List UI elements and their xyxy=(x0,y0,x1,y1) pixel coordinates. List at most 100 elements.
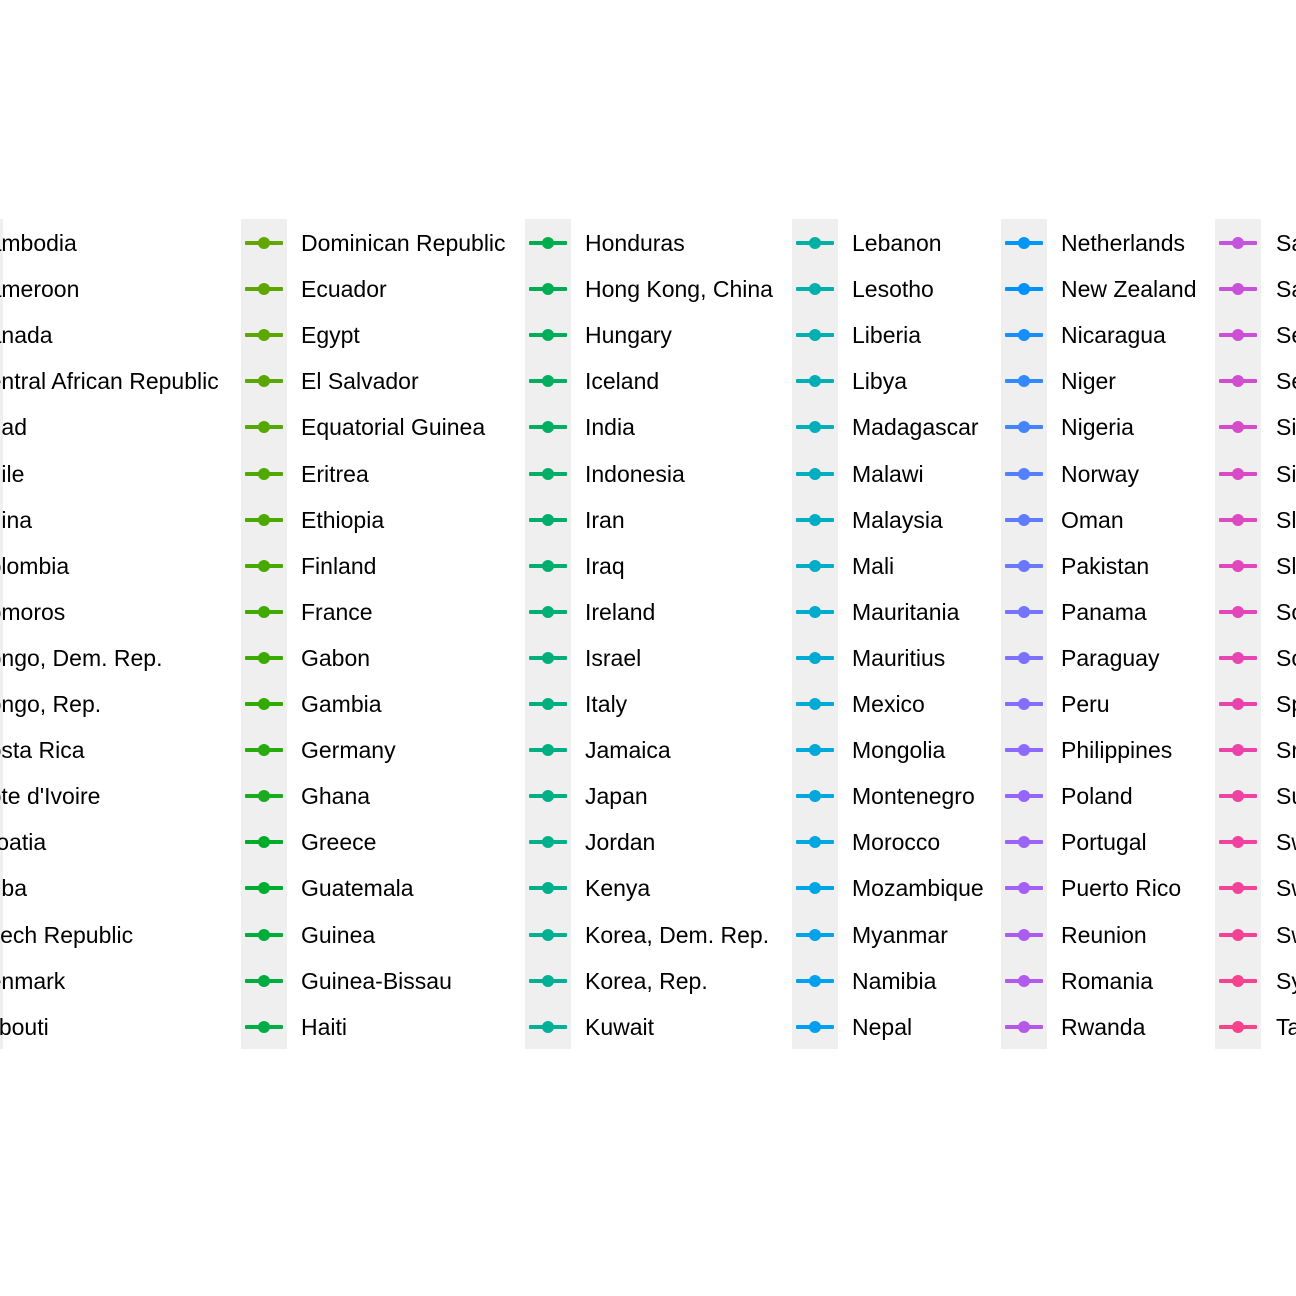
legend-point-swatch xyxy=(542,744,554,757)
legend-key xyxy=(241,819,287,865)
legend-label: Sy xyxy=(1276,967,1296,994)
legend-label: Chad xyxy=(0,414,27,441)
legend-key xyxy=(1001,681,1047,727)
legend-key xyxy=(792,451,838,497)
legend-label: Si xyxy=(1276,414,1296,441)
legend-key xyxy=(1215,819,1261,865)
legend-key xyxy=(241,497,287,543)
legend-key xyxy=(1215,635,1261,681)
legend-key xyxy=(792,635,838,681)
legend-point-swatch xyxy=(258,421,270,434)
legend-label: Iran xyxy=(585,506,625,533)
legend-key xyxy=(241,1004,287,1050)
legend-label: Portugal xyxy=(1061,829,1147,856)
legend-point-swatch xyxy=(258,605,270,618)
legend-key xyxy=(792,404,838,450)
legend-label: Guinea xyxy=(301,921,376,948)
legend-point-swatch xyxy=(258,237,270,249)
legend-label: Montenegro xyxy=(852,783,975,810)
legend-label: Ireland xyxy=(585,598,656,625)
legend-label: Mongolia xyxy=(852,737,946,764)
legend-point-swatch xyxy=(1018,421,1030,434)
legend-point-swatch xyxy=(1232,928,1244,941)
legend-point-swatch xyxy=(1232,467,1244,480)
legend-label: Pakistan xyxy=(1061,552,1150,579)
legend-point-swatch xyxy=(542,651,554,664)
legend-point-swatch xyxy=(809,421,821,434)
legend-key xyxy=(1215,727,1261,773)
legend-label: Su xyxy=(1276,783,1296,810)
legend-point-swatch xyxy=(542,836,554,849)
legend-point-swatch xyxy=(1232,744,1244,757)
legend-label: Japan xyxy=(585,783,648,810)
legend-key xyxy=(1215,681,1261,727)
legend-label: Ecuador xyxy=(301,276,387,303)
legend-point-swatch xyxy=(1018,559,1030,572)
legend-label: Lebanon xyxy=(852,230,942,256)
legend-label: Croatia xyxy=(0,829,47,856)
legend-label: Mozambique xyxy=(852,875,984,902)
legend-label: Liberia xyxy=(852,322,922,349)
legend-key xyxy=(1215,958,1261,1004)
legend-label: Philippines xyxy=(1061,737,1173,764)
legend-label: Si xyxy=(1276,460,1296,487)
legend-point-swatch xyxy=(258,1020,270,1033)
legend-point-swatch xyxy=(1232,974,1244,987)
legend-label: Cambodia xyxy=(0,230,77,256)
legend-key xyxy=(1001,451,1047,497)
legend-key xyxy=(1001,1004,1047,1050)
legend-point-swatch xyxy=(258,467,270,480)
legend-point-swatch xyxy=(1018,513,1030,526)
legend-point-swatch xyxy=(542,698,554,710)
legend-key xyxy=(1001,865,1047,911)
legend-label: Eritrea xyxy=(301,460,369,487)
legend-key xyxy=(525,220,571,266)
legend-key xyxy=(1001,312,1047,358)
legend-label: Panama xyxy=(1061,598,1147,625)
legend-point-swatch xyxy=(1232,605,1244,618)
legend-point-swatch xyxy=(1018,698,1030,710)
legend-label: Paraguay xyxy=(1061,644,1160,671)
legend-point-swatch xyxy=(542,283,554,296)
legend-key xyxy=(525,958,571,1004)
legend-key xyxy=(241,451,287,497)
legend-label: Lesotho xyxy=(852,276,934,303)
legend-point-swatch xyxy=(1018,974,1030,987)
legend-point-swatch xyxy=(1232,698,1244,710)
legend-key xyxy=(792,543,838,589)
legend-key xyxy=(792,1004,838,1050)
legend-label: Hungary xyxy=(585,322,672,349)
legend-label: Sp xyxy=(1276,691,1296,717)
legend-key xyxy=(792,958,838,1004)
legend-label: Se xyxy=(1276,322,1296,349)
legend-label: Haiti xyxy=(301,1013,348,1040)
legend-key xyxy=(525,404,571,450)
legend-key xyxy=(1215,589,1261,635)
legend-point-swatch xyxy=(809,698,821,710)
legend-label: Romania xyxy=(1061,967,1154,994)
legend-label: Sw xyxy=(1276,875,1296,902)
legend-label: So xyxy=(1276,598,1296,625)
legend-key xyxy=(792,312,838,358)
legend-label: Malawi xyxy=(852,460,924,487)
legend-key xyxy=(1001,727,1047,773)
legend-key xyxy=(525,543,571,589)
legend-key xyxy=(525,819,571,865)
legend-point-swatch xyxy=(542,882,554,895)
legend-label: Hong Kong, China xyxy=(585,276,773,303)
legend-key xyxy=(1215,358,1261,404)
legend-label: Oman xyxy=(1061,506,1124,533)
legend-label: Dominican Republic xyxy=(301,230,506,256)
legend-label: Sl xyxy=(1276,506,1296,533)
legend-point-swatch xyxy=(809,928,821,941)
legend-key xyxy=(792,681,838,727)
legend-key xyxy=(1215,1004,1261,1050)
legend-key xyxy=(1215,220,1261,266)
legend-label: Nepal xyxy=(852,1013,913,1040)
legend-label: France xyxy=(301,598,373,625)
legend-key xyxy=(792,358,838,404)
legend-label: Sa xyxy=(1276,276,1296,303)
legend-point-swatch xyxy=(258,559,270,572)
legend-label: Equatorial Guinea xyxy=(301,414,486,441)
legend-point-swatch xyxy=(258,329,270,342)
